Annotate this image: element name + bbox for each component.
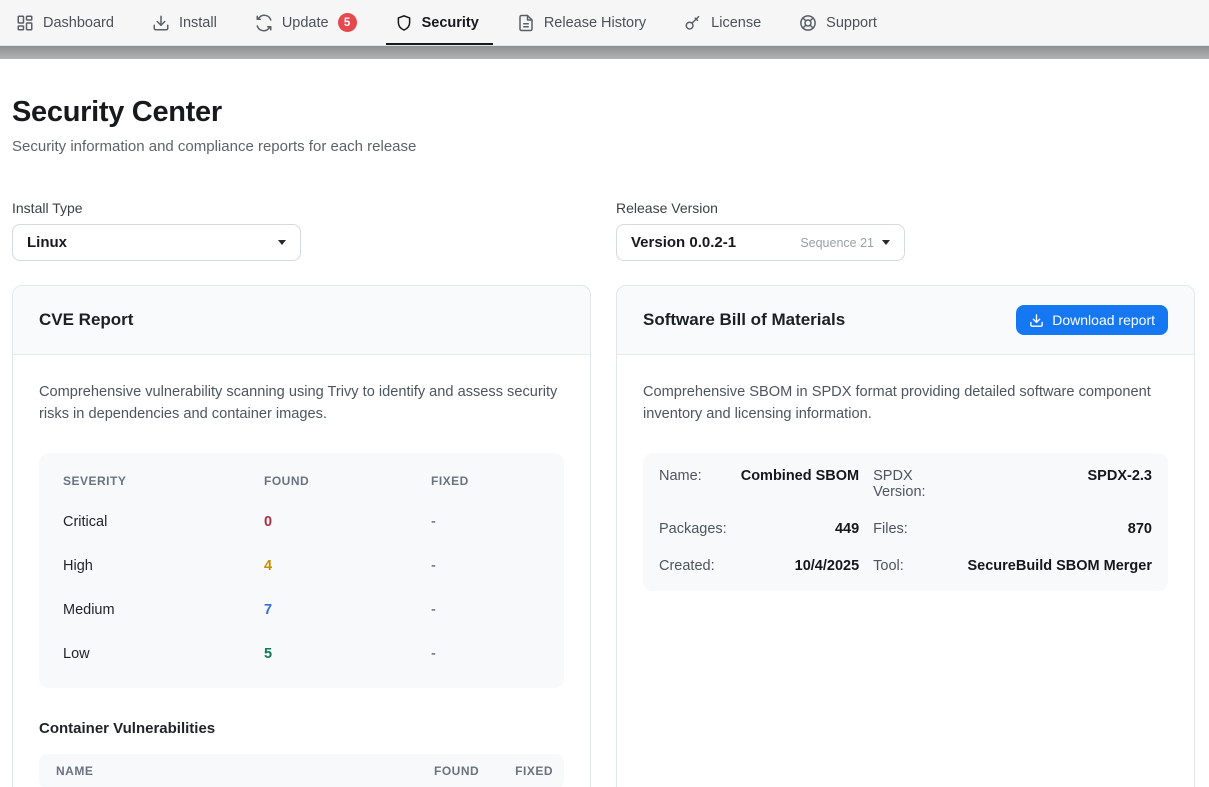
main-content: Security Center Security information and…	[0, 96, 1209, 787]
lifebuoy-icon	[799, 14, 817, 32]
nav-label: Install	[179, 15, 217, 31]
nav-label: Security	[422, 15, 479, 31]
cve-card-body: Comprehensive vulnerability scanning usi…	[13, 355, 590, 787]
release-version-label: Release Version	[616, 200, 1195, 216]
release-sequence-label: Sequence 21	[800, 236, 874, 250]
nav-item-update[interactable]: Update 5	[255, 0, 357, 45]
install-type-filter: Install Type Linux	[12, 200, 591, 261]
nav-label: License	[711, 15, 761, 31]
nav-item-license[interactable]: License	[684, 0, 761, 45]
download-report-label: Download report	[1052, 312, 1155, 328]
update-count-badge: 5	[338, 13, 357, 32]
cve-card-title: CVE Report	[39, 310, 133, 330]
nav-item-dashboard[interactable]: Dashboard	[16, 0, 114, 45]
chevron-down-icon	[278, 240, 286, 245]
install-type-label: Install Type	[12, 200, 591, 216]
nav-item-install[interactable]: Install	[152, 0, 217, 45]
refresh-icon	[255, 14, 273, 32]
filters-row: Install Type Linux Release Version Versi…	[12, 200, 1195, 261]
sbom-tool-label: Tool:	[873, 558, 953, 574]
sbom-created-value: 10/4/2025	[741, 558, 859, 574]
sbom-card-title: Software Bill of Materials	[643, 310, 845, 330]
medium-found-count: 7	[264, 602, 431, 618]
report-cards: CVE Report Comprehensive vulnerability s…	[12, 285, 1195, 787]
sbom-created-label: Created:	[659, 558, 727, 574]
sbom-spdx-value: SPDX-2.3	[967, 468, 1152, 484]
nav-item-support[interactable]: Support	[799, 0, 877, 45]
shield-icon	[395, 14, 413, 32]
nav-label: Release History	[544, 15, 646, 31]
table-row-critical: Critical 0 -	[39, 500, 564, 544]
column-header-found: FOUND	[264, 474, 431, 488]
nav-item-release-history[interactable]: Release History	[517, 0, 646, 45]
download-icon	[1029, 313, 1044, 328]
cve-report-card: CVE Report Comprehensive vulnerability s…	[12, 285, 591, 787]
critical-found-count: 0	[264, 514, 431, 530]
column-header-severity: SEVERITY	[63, 474, 264, 488]
install-type-value: Linux	[27, 234, 67, 251]
release-version-select[interactable]: Version 0.0.2-1 Sequence 21	[616, 224, 905, 261]
low-found-count: 5	[264, 646, 431, 662]
sbom-files-value: 870	[967, 521, 1152, 537]
download-report-button[interactable]: Download report	[1016, 305, 1168, 335]
sbom-name-label: Name:	[659, 468, 727, 484]
sbom-details-grid: Name: Combined SBOM SPDX Version: SPDX-2…	[643, 453, 1168, 591]
install-type-select[interactable]: Linux	[12, 224, 301, 261]
nav-item-security[interactable]: Security	[395, 0, 479, 45]
severity-table: SEVERITY FOUND FIXED Critical 0 - High 4…	[39, 453, 564, 688]
nav-label: Dashboard	[43, 15, 114, 31]
nav-label: Support	[826, 15, 877, 31]
table-row-medium: Medium 7 -	[39, 588, 564, 632]
sbom-spdx-label: SPDX Version:	[873, 468, 953, 500]
column-header-name: NAME	[56, 764, 398, 778]
column-header-fixed: FIXED	[515, 764, 553, 778]
cve-card-header: CVE Report	[13, 286, 590, 355]
table-row-low: Low 5 -	[39, 632, 564, 676]
sbom-name-value: Combined SBOM	[741, 468, 859, 484]
severity-table-header: SEVERITY FOUND FIXED	[39, 468, 564, 494]
sbom-packages-value: 449	[741, 521, 859, 537]
key-icon	[684, 14, 702, 32]
gray-divider-band	[0, 46, 1209, 59]
table-row-high: High 4 -	[39, 544, 564, 588]
chevron-down-icon	[882, 240, 890, 245]
cve-description: Comprehensive vulnerability scanning usi…	[39, 382, 559, 425]
container-vulnerabilities-table-header: NAME FOUND FIXED	[39, 754, 564, 787]
file-text-icon	[517, 14, 535, 32]
sbom-card-header: Software Bill of Materials Download repo…	[617, 286, 1194, 355]
download-icon	[152, 14, 170, 32]
top-navigation: Dashboard Install Update 5 Security Rele…	[0, 0, 1209, 46]
container-vulnerabilities-title: Container Vulnerabilities	[39, 720, 564, 737]
dashboard-icon	[16, 14, 34, 32]
column-header-found: FOUND	[434, 764, 479, 778]
page-title: Security Center	[12, 96, 1195, 129]
sbom-packages-label: Packages:	[659, 521, 727, 537]
sbom-description: Comprehensive SBOM in SPDX format provid…	[643, 382, 1163, 425]
release-version-value: Version 0.0.2-1	[631, 234, 736, 251]
page-subtitle: Security information and compliance repo…	[12, 138, 1195, 155]
column-header-fixed: FIXED	[431, 474, 540, 488]
release-version-filter: Release Version Version 0.0.2-1 Sequence…	[616, 200, 1195, 261]
high-found-count: 4	[264, 558, 431, 574]
sbom-card: Software Bill of Materials Download repo…	[616, 285, 1195, 787]
nav-label: Update	[282, 15, 329, 31]
sbom-files-label: Files:	[873, 521, 953, 537]
sbom-card-body: Comprehensive SBOM in SPDX format provid…	[617, 355, 1194, 617]
sbom-tool-value: SecureBuild SBOM Merger	[967, 558, 1152, 574]
